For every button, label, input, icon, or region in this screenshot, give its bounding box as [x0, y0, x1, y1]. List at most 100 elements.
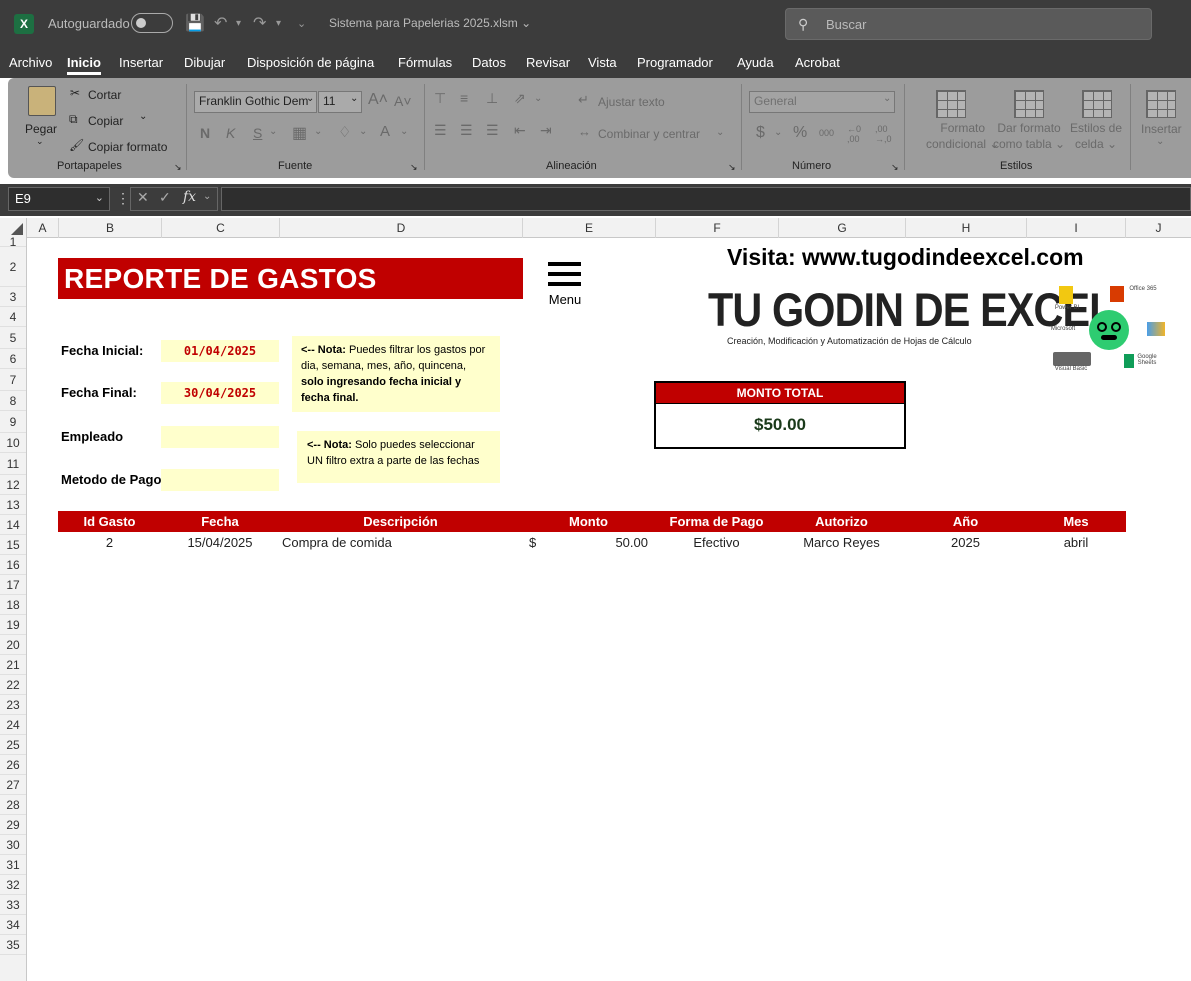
row-header-9[interactable]: 9	[0, 411, 26, 433]
align-bottom-icon[interactable]: ⊥	[486, 90, 498, 107]
borders-dropdown-icon[interactable]: ⌄	[314, 126, 322, 137]
row-header-5[interactable]: 5	[0, 327, 26, 349]
row-header-12[interactable]: 12	[0, 475, 26, 495]
column-header-i[interactable]: I	[1027, 218, 1126, 238]
cell-autorizo[interactable]: Marco Reyes	[778, 534, 905, 554]
merge-center-button[interactable]: Combinar y centrar	[598, 127, 700, 141]
thousands-button[interactable]: 000	[819, 128, 834, 138]
autosave-toggle[interactable]	[131, 13, 173, 33]
align-top-icon[interactable]: ⊤	[434, 90, 446, 107]
row-header-2[interactable]: 2	[0, 247, 26, 287]
header-mes[interactable]: Mes	[1026, 511, 1126, 532]
tab-revisar[interactable]: Revisar	[526, 55, 570, 70]
increase-font-icon[interactable]: A˄	[368, 91, 388, 109]
column-header-h[interactable]: H	[906, 218, 1027, 238]
metodo-pago-input[interactable]	[161, 469, 279, 491]
decrease-decimal-icon[interactable]: ,00 →,0	[875, 124, 892, 144]
font-size-dropdown-icon[interactable]: ⌄	[350, 93, 358, 104]
column-header-j[interactable]: J	[1126, 218, 1191, 238]
redo-icon[interactable]: ↷	[253, 13, 266, 33]
wrap-text-button[interactable]: Ajustar texto	[598, 95, 665, 109]
row-header-1[interactable]: 1	[0, 236, 26, 248]
tab-programador[interactable]: Programador	[637, 55, 713, 70]
merge-dropdown-icon[interactable]: ⌄	[716, 127, 724, 138]
tab-inicio[interactable]: Inicio	[67, 55, 101, 75]
header-fecha[interactable]: Fecha	[161, 511, 279, 532]
tab-vista[interactable]: Vista	[588, 55, 617, 70]
menu-button-label[interactable]: Menu	[541, 292, 589, 307]
tab-insertar[interactable]: Insertar	[119, 55, 163, 70]
tab-formulas[interactable]: Fórmulas	[398, 55, 452, 70]
clipboard-launcher-icon[interactable]: ↘	[174, 162, 182, 173]
paste-icon[interactable]	[28, 86, 56, 116]
fecha-inicial-input[interactable]: 01/04/2025	[161, 340, 279, 362]
website-link[interactable]: Visita: www.tugodindeexcel.com	[727, 244, 1107, 271]
conditional-format-button[interactable]: Formato condicional ⌄	[926, 120, 999, 152]
undo-icon[interactable]: ↶	[214, 13, 227, 33]
row-header-16[interactable]: 16	[0, 555, 26, 575]
row-header-8[interactable]: 8	[0, 391, 26, 411]
column-header-d[interactable]: D	[280, 218, 523, 238]
header-descripcion[interactable]: Descripción	[279, 511, 522, 532]
align-left-icon[interactable]: ☰	[434, 122, 447, 139]
underline-dropdown-icon[interactable]: ⌄	[269, 126, 277, 137]
cell-monto[interactable]: 50.00	[549, 534, 648, 554]
file-name[interactable]: Sistema para Papelerias 2025.xlsm ⌄	[329, 16, 531, 30]
header-id-gasto[interactable]: Id Gasto	[58, 511, 161, 532]
increase-indent-icon[interactable]: ⇥	[540, 122, 552, 139]
header-autorizo[interactable]: Autorizo	[778, 511, 905, 532]
number-format-combo[interactable]: General	[749, 91, 895, 113]
copy-dropdown-icon[interactable]: ⌄	[139, 111, 147, 122]
fill-color-dropdown-icon[interactable]: ⌄	[359, 126, 367, 137]
row-header-6[interactable]: 6	[0, 349, 26, 369]
header-anio[interactable]: Año	[905, 511, 1026, 532]
customize-toolbar-icon[interactable]: ⌄	[297, 17, 306, 30]
cut-button[interactable]: Cortar	[88, 88, 121, 102]
merge-center-icon[interactable]: ↔	[578, 124, 591, 139]
function-dropdown-icon[interactable]: ⌄	[203, 191, 211, 202]
excel-logo-icon[interactable]: X	[14, 14, 34, 34]
number-launcher-icon[interactable]: ↘	[891, 162, 899, 173]
row-header-3[interactable]: 3	[0, 287, 26, 307]
tab-ayuda[interactable]: Ayuda	[737, 55, 774, 70]
row-header-19[interactable]: 19	[0, 615, 26, 635]
fecha-final-input[interactable]: 30/04/2025	[161, 382, 279, 404]
name-box[interactable]: E9 ⌄	[8, 187, 110, 211]
format-painter-icon[interactable]: 🖌	[69, 138, 84, 152]
paste-button[interactable]: Pegar	[25, 122, 57, 136]
currency-button[interactable]: $	[756, 124, 765, 142]
tab-archivo[interactable]: Archivo	[9, 55, 52, 70]
row-header-31[interactable]: 31	[0, 855, 26, 875]
row-header-14[interactable]: 14	[0, 515, 26, 535]
row-header-33[interactable]: 33	[0, 895, 26, 915]
row-header-22[interactable]: 22	[0, 675, 26, 695]
row-header-35[interactable]: 35	[0, 935, 26, 955]
font-name-combo[interactable]: Franklin Gothic Dem	[194, 91, 317, 113]
copy-button[interactable]: Copiar	[88, 114, 123, 128]
row-header-25[interactable]: 25	[0, 735, 26, 755]
save-icon[interactable]: 💾	[185, 13, 205, 33]
underline-button[interactable]: S	[253, 125, 262, 141]
search-box[interactable]: ⚲ Buscar	[785, 8, 1152, 40]
column-header-f[interactable]: F	[656, 218, 779, 238]
decrease-font-icon[interactable]: A˅	[394, 93, 412, 109]
header-monto[interactable]: Monto	[522, 511, 655, 532]
column-header-a[interactable]: A	[27, 218, 59, 238]
cell-styles-button[interactable]: Estilos de celda ⌄	[1070, 120, 1122, 152]
column-header-c[interactable]: C	[162, 218, 280, 238]
row-header-20[interactable]: 20	[0, 635, 26, 655]
row-header-30[interactable]: 30	[0, 835, 26, 855]
cell-monto-currency[interactable]: $	[529, 534, 549, 554]
row-header-26[interactable]: 26	[0, 755, 26, 775]
tab-dibujar[interactable]: Dibujar	[184, 55, 225, 70]
row-header-27[interactable]: 27	[0, 775, 26, 795]
row-header-34[interactable]: 34	[0, 915, 26, 935]
format-as-table-button[interactable]: Dar formato como tabla ⌄	[993, 120, 1065, 152]
enter-icon[interactable]: ✓	[159, 189, 171, 206]
insert-cells-icon[interactable]	[1146, 90, 1176, 118]
bold-button[interactable]: N	[200, 125, 210, 141]
column-header-b[interactable]: B	[59, 218, 162, 238]
column-header-g[interactable]: G	[779, 218, 906, 238]
row-header-10[interactable]: 10	[0, 433, 26, 453]
tab-acrobat[interactable]: Acrobat	[795, 55, 840, 70]
